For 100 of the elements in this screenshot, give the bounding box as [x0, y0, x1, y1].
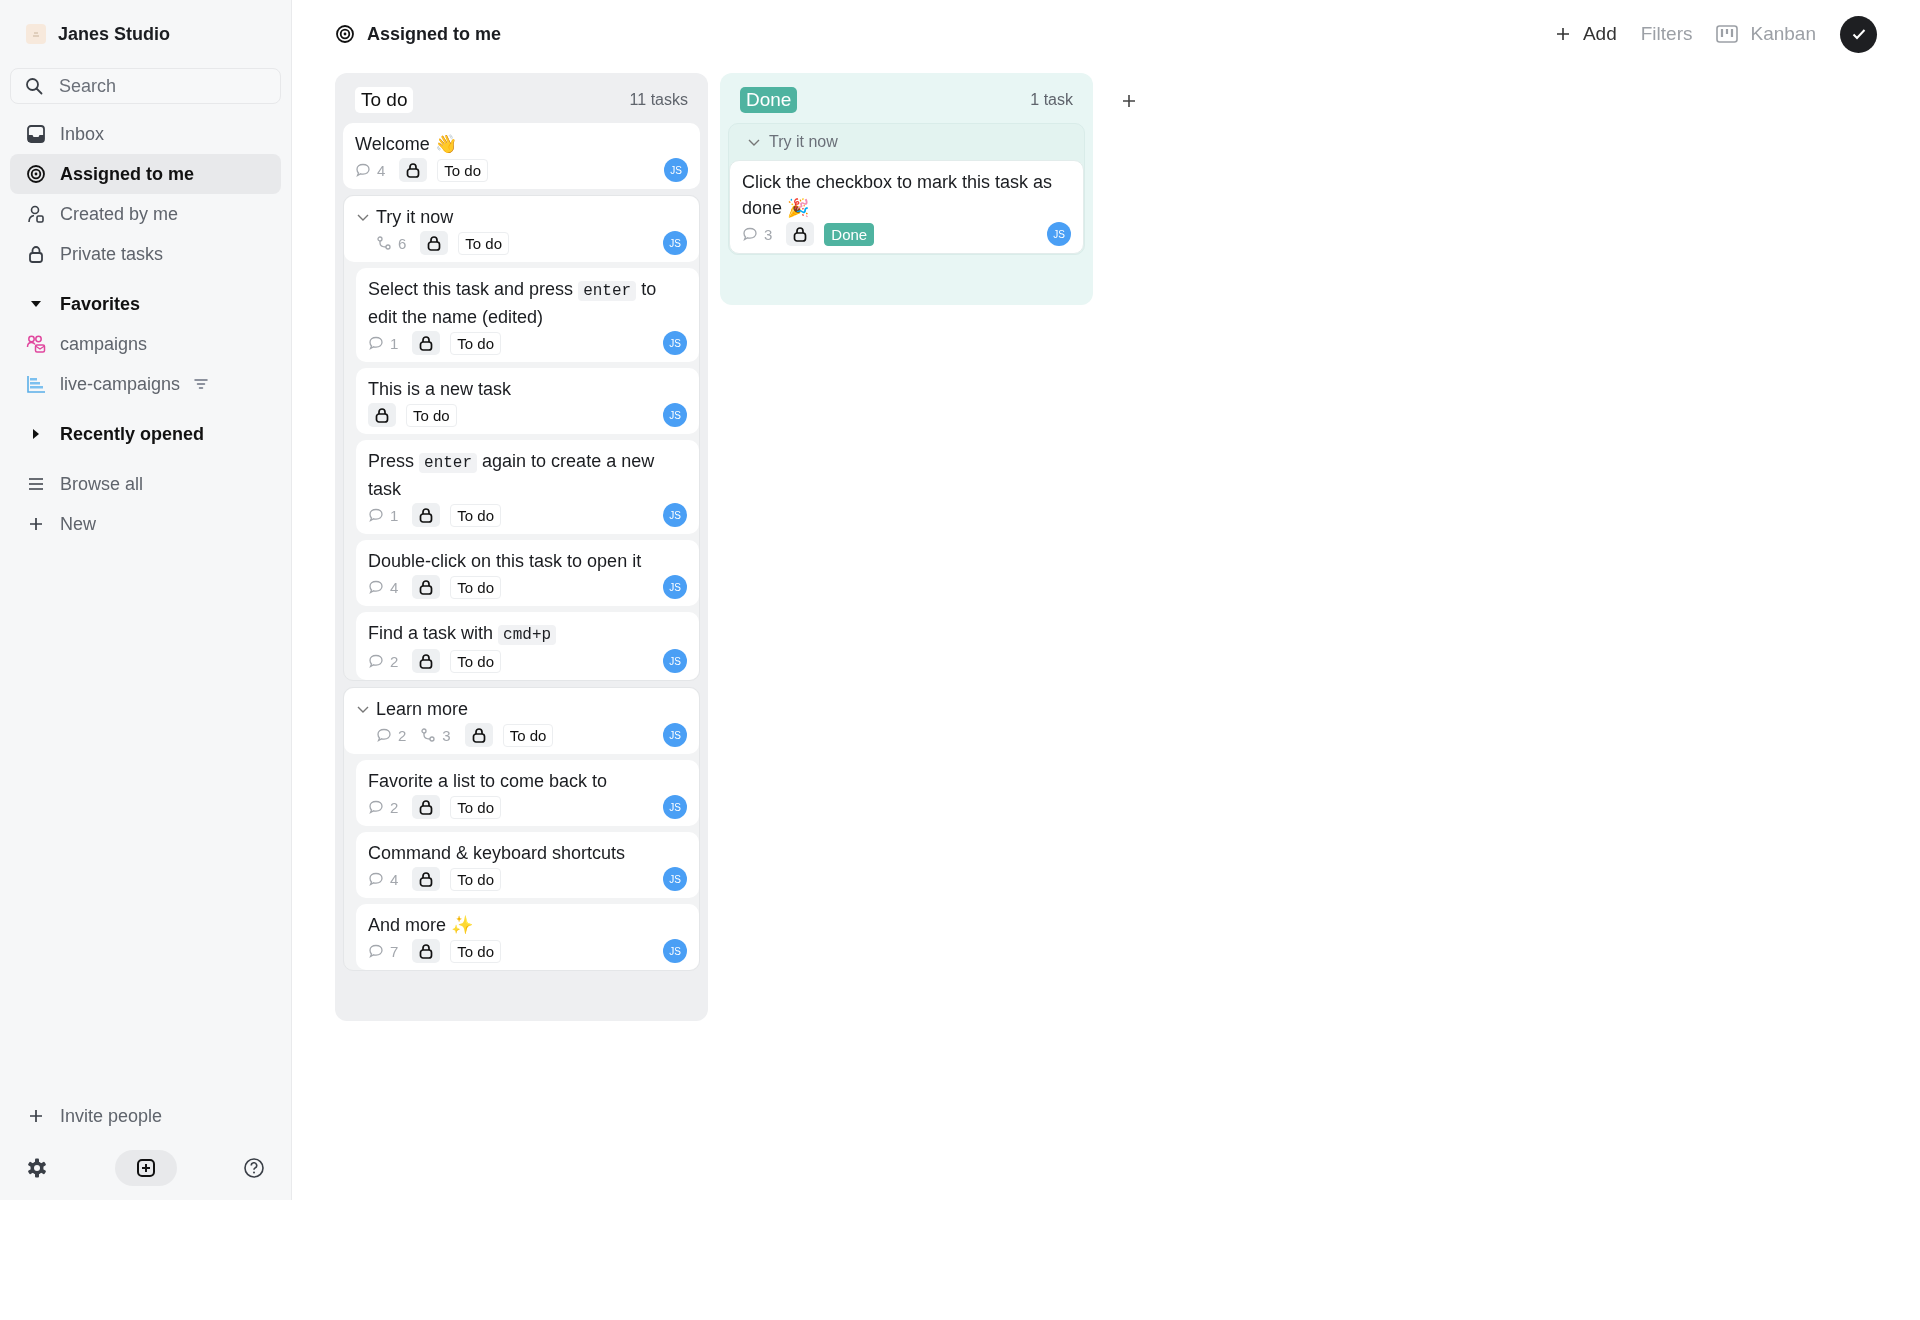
comment-count: 1 [390, 334, 399, 352]
parent-task-title[interactable]: Try it now [769, 133, 838, 151]
task-card[interactable]: This is a new task To do JS [356, 368, 699, 434]
task-card[interactable]: Press enter again to create a new task 1 To do JS [356, 440, 699, 534]
target-icon [335, 24, 355, 44]
comment-count: 1 [390, 506, 399, 524]
plus-icon [1554, 26, 1571, 42]
task-title: And more ✨ [368, 914, 474, 937]
task-card[interactable]: Select this task and press enter to edit the name (edited) 1 To do JS [356, 268, 699, 362]
help-icon[interactable] [243, 1157, 265, 1179]
private-lock-icon [786, 222, 815, 246]
comment-icon [368, 335, 384, 351]
comment-count: 2 [390, 798, 399, 816]
task-title: Press enter again to create a new task [368, 450, 656, 501]
nav-item[interactable]: Inbox [10, 114, 281, 154]
status-badge[interactable]: To do [450, 649, 502, 673]
check-button[interactable] [1840, 15, 1877, 53]
task-card[interactable]: Double-click on this task to open it 4 To do JS [356, 540, 699, 606]
task-card[interactable]: And more ✨ 7 To do JS [356, 904, 699, 970]
task-card[interactable]: Favorite a list to come back to 2 To do JS [356, 760, 699, 826]
search-icon [25, 77, 43, 95]
task-count: 1 task [1030, 91, 1073, 109]
favorite-item[interactable]: live-campaigns [10, 364, 281, 404]
inbox-icon [26, 124, 46, 144]
status-badge[interactable]: To do [450, 939, 502, 963]
bar-chart-icon [26, 374, 46, 394]
status-badge[interactable]: To do [450, 503, 502, 527]
comment-count: 4 [390, 578, 399, 596]
task-title: Favorite a list to come back to [368, 770, 608, 793]
nav-item[interactable]: Assigned to me [10, 154, 281, 194]
comment-icon [376, 727, 392, 743]
task-title: Double-click on this task to open it [368, 550, 642, 573]
person-icon [26, 204, 46, 224]
nav-link[interactable]: New [10, 504, 281, 544]
task-card[interactable]: Learn more 2 3 To do JS [344, 688, 699, 754]
task-card[interactable]: Find a task with cmd+p 2 To do JS [356, 612, 699, 680]
comment-count: 2 [390, 652, 399, 670]
private-lock-icon [420, 231, 449, 255]
private-lock-icon [412, 939, 441, 963]
status-badge[interactable]: To do [458, 231, 510, 255]
comment-icon [368, 871, 384, 887]
private-lock-icon [368, 403, 396, 427]
task-title: Command & keyboard shortcuts [368, 842, 626, 865]
status-badge[interactable]: To do [406, 403, 457, 427]
comment-count: 7 [390, 942, 399, 960]
task-card[interactable]: Welcome 👋 4 To do JS [343, 123, 700, 189]
comment-count: 3 [764, 225, 773, 243]
task-title: Find a task with cmd+p [368, 620, 557, 648]
status-badge[interactable]: To do [437, 158, 489, 182]
task-title: Select this task and press enter to edit the name (edited) [368, 278, 658, 329]
target-icon [26, 164, 46, 184]
add-button[interactable]: Add [1554, 23, 1617, 45]
nav-link[interactable]: Browse all [10, 464, 281, 504]
private-lock-icon [464, 723, 493, 747]
task-title: Learn more [376, 698, 469, 721]
task-card[interactable]: Try it now 6 To do JS [344, 196, 699, 262]
people-icon [26, 334, 46, 354]
comment-icon [368, 799, 384, 815]
settings-icon[interactable] [26, 1157, 48, 1179]
plus-square-icon [135, 1158, 156, 1178]
private-lock-icon [412, 331, 441, 355]
private-lock-icon [412, 867, 441, 891]
comment-icon [368, 579, 384, 595]
comment-icon [368, 507, 384, 523]
subtask-count: 3 [442, 726, 451, 744]
status-badge[interactable]: To do [450, 575, 502, 599]
new-task-button[interactable] [114, 1150, 177, 1186]
column-title: Done [740, 87, 798, 113]
comment-icon [368, 653, 384, 669]
status-badge[interactable]: To do [450, 795, 502, 819]
nav-item[interactable]: Private tasks [10, 234, 281, 274]
favorite-item[interactable]: campaigns [10, 324, 281, 364]
task-card[interactable]: Command & keyboard shortcuts 4 To do JS [356, 832, 699, 898]
section-toggle[interactable]: Recently opened [10, 414, 281, 454]
column-title: To do [355, 87, 414, 113]
comment-count: 4 [377, 161, 386, 179]
comment-count: 2 [398, 726, 407, 744]
task-title: This is a new task [368, 378, 512, 401]
section-toggle[interactable]: Favorites [10, 284, 281, 324]
task-title: Try it now [376, 206, 454, 229]
comment-icon [368, 943, 384, 959]
status-badge[interactable]: To do [450, 867, 502, 891]
subtask-icon [376, 235, 392, 251]
workspace-name[interactable]: Janes Studio [58, 23, 171, 45]
lock-icon [26, 244, 46, 264]
private-lock-icon [412, 575, 441, 599]
status-badge[interactable]: To do [502, 723, 554, 747]
add-column-icon[interactable] [1121, 93, 1137, 109]
task-title: Welcome 👋 [355, 133, 457, 156]
workspace-logo [26, 24, 46, 44]
comment-icon [742, 226, 758, 242]
invite-button[interactable]: Invite people [10, 1096, 281, 1136]
private-lock-icon [399, 158, 428, 182]
status-badge[interactable]: To do [450, 331, 502, 355]
search-field[interactable]: Search [10, 68, 281, 104]
private-lock-icon [412, 503, 441, 527]
nav-item[interactable]: Created by me [10, 194, 281, 234]
private-lock-icon [412, 795, 441, 819]
comment-count: 4 [390, 870, 399, 888]
subtask-icon [420, 727, 437, 743]
